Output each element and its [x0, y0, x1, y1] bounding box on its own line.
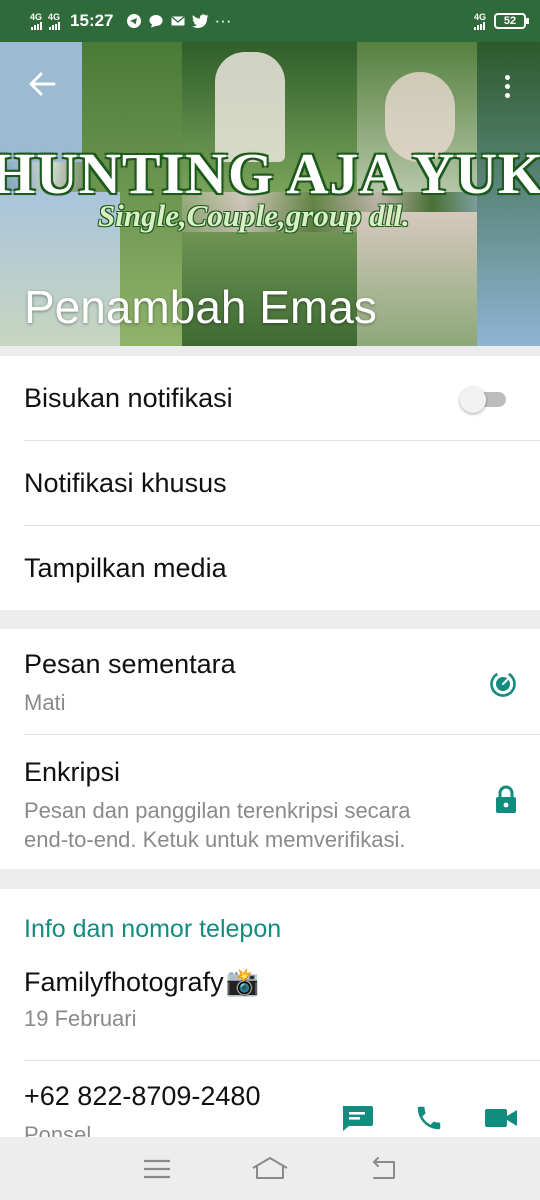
status-time: 15:27	[70, 11, 114, 30]
mute-notifications-toggle[interactable]	[460, 387, 506, 413]
about-text: Familyfhotografy	[24, 966, 224, 997]
encryption-description-line-1: Pesan dan panggilan terenkripsi secara	[24, 798, 411, 823]
info-card: Info dan nomor telepon Familyfhotografy 📸…	[0, 889, 540, 1147]
video-icon	[485, 1109, 517, 1127]
mail-icon	[171, 16, 185, 26]
battery-level: 52	[503, 15, 517, 27]
timer-icon	[490, 671, 516, 697]
disappearing-messages-row[interactable]: Pesan sementara Mati	[24, 629, 540, 735]
cell-signal-2-icon: 4G	[48, 11, 61, 30]
banner-subtitle: Single,Couple,group dll.	[98, 198, 410, 233]
about-date: 19 Februari	[24, 1006, 137, 1031]
call-button[interactable]	[408, 1097, 450, 1139]
network-type-2: 4G	[48, 11, 61, 22]
notification-settings-card: Bisukan notifikasi Notifikasi khusus Tam…	[0, 356, 540, 610]
system-navigation-bar	[0, 1137, 540, 1200]
home-icon	[252, 1156, 288, 1179]
phone-icon	[417, 1106, 441, 1130]
chat-bubble-icon	[149, 15, 163, 28]
encryption-title: Enkripsi	[24, 757, 121, 787]
recent-apps-button[interactable]	[137, 1149, 177, 1189]
lock-icon	[496, 785, 516, 813]
more-options-button[interactable]	[492, 66, 522, 106]
battery-icon: 52	[494, 13, 529, 29]
encryption-description: Pesan dan panggilan terenkripsi secara e…	[24, 796, 450, 854]
arrow-left-icon	[29, 72, 56, 96]
mute-notifications-row[interactable]: Bisukan notifikasi	[24, 356, 540, 441]
phone-row[interactable]: +62 822-8709-2480 Ponsel	[24, 1061, 540, 1148]
back-nav-button[interactable]	[363, 1149, 403, 1189]
media-visibility-label: Tampilkan media	[24, 553, 227, 583]
home-button[interactable]	[250, 1149, 290, 1189]
about-row[interactable]: Familyfhotografy 📸 19 Februari	[24, 966, 540, 1061]
telegram-icon	[126, 14, 141, 28]
group-header: HUNTING AJA YUK Single,Couple,group dll.…	[0, 42, 540, 346]
status-bar: 4G 4G 15:27 ··· 4G 52	[0, 0, 540, 42]
video-call-button[interactable]	[480, 1097, 522, 1139]
custom-notifications-row[interactable]: Notifikasi khusus	[24, 441, 540, 526]
more-notifications: ···	[214, 11, 232, 30]
network-type-3: 4G	[473, 11, 486, 22]
message-icon	[342, 1106, 373, 1131]
privacy-card: Pesan sementara Mati Enkripsi Pesan dan …	[0, 629, 540, 869]
encryption-row[interactable]: Enkripsi Pesan dan panggilan terenkripsi…	[24, 735, 540, 854]
mute-notifications-label: Bisukan notifikasi	[24, 383, 233, 413]
encryption-description-line-2: end-to-end. Ketuk untuk memverifikasi.	[24, 827, 406, 852]
more-vertical-icon	[504, 74, 510, 80]
info-section-title: Info dan nomor telepon	[24, 915, 282, 943]
custom-notifications-label: Notifikasi khusus	[24, 468, 227, 498]
message-button[interactable]	[336, 1097, 378, 1139]
group-name: Penambah Emas	[24, 281, 377, 333]
back-nav-icon	[373, 1156, 396, 1179]
media-visibility-row[interactable]: Tampilkan media	[24, 526, 540, 611]
twitter-icon	[191, 13, 209, 28]
cell-signal-3-icon: 4G	[473, 11, 486, 30]
back-button[interactable]	[22, 64, 62, 104]
banner-title: HUNTING AJA YUK	[0, 141, 540, 206]
disappearing-messages-value: Mati	[24, 690, 66, 715]
menu-icon	[143, 1159, 170, 1178]
cell-signal-1-icon: 4G	[30, 11, 43, 30]
network-type-1: 4G	[30, 11, 43, 22]
camera-emoji: 📸	[225, 967, 260, 997]
disappearing-messages-title: Pesan sementara	[24, 649, 236, 679]
